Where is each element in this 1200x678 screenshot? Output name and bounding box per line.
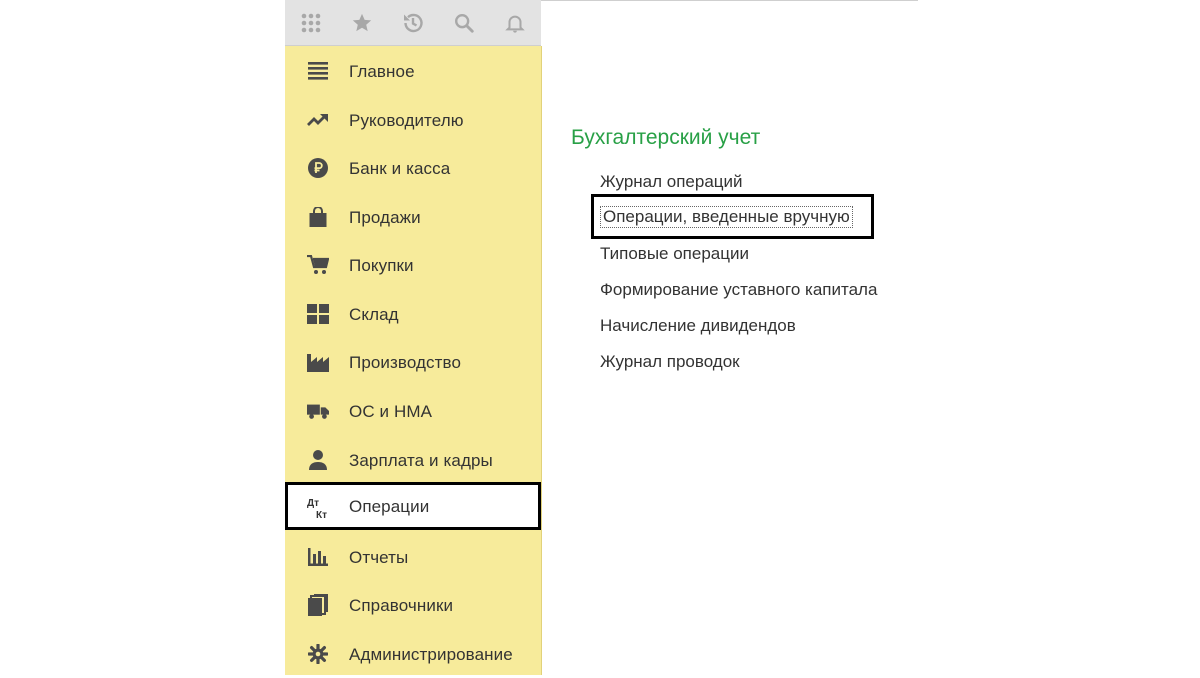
apps-grid-icon xyxy=(301,13,320,32)
dt-kt-icon: Дт Кт xyxy=(307,496,333,522)
top-toolbar xyxy=(285,0,541,46)
favorites-button[interactable] xyxy=(336,0,387,45)
link-typical-operations[interactable]: Типовые операции xyxy=(600,244,749,264)
truck-icon xyxy=(307,401,329,421)
sidebar-item-fixed-assets[interactable]: ОС и НМА xyxy=(285,387,541,435)
sidebar-item-reports[interactable]: Отчеты xyxy=(285,533,541,581)
section-title: Бухгалтерский учет xyxy=(571,126,761,149)
link-manual-operations-label: Операции, введенные вручную xyxy=(600,206,853,228)
sidebar-item-warehouse[interactable]: Склад xyxy=(285,290,541,338)
sidebar-item-directories[interactable]: Справочники xyxy=(285,581,541,629)
top-divider xyxy=(541,0,918,1)
sidebar-item-label: Руководителю xyxy=(349,111,464,130)
star-icon xyxy=(352,13,371,31)
sidebar-item-administration[interactable]: Администрирование xyxy=(285,630,541,678)
sidebar-item-manager[interactable]: Руководителю xyxy=(285,96,541,144)
sidebar-item-label: Администрирование xyxy=(349,645,513,664)
sidebar-item-label: Справочники xyxy=(349,596,454,615)
warehouse-icon xyxy=(307,304,329,324)
bell-icon xyxy=(504,15,525,33)
books-icon xyxy=(307,594,329,616)
ruble-icon xyxy=(307,158,329,178)
sidebar-item-bank[interactable]: Банк и касса xyxy=(285,144,541,192)
sidebar-item-label: Продажи xyxy=(349,208,421,227)
person-icon xyxy=(307,450,329,470)
apps-grid-button[interactable] xyxy=(285,0,336,45)
sidebar-item-label: Отчеты xyxy=(349,548,409,567)
bar-chart-icon xyxy=(307,547,329,567)
link-dividends[interactable]: Начисление дивидендов xyxy=(600,316,796,336)
history-button[interactable] xyxy=(387,0,438,45)
sidebar-item-label: Производство xyxy=(349,353,462,372)
svg-text:Кт: Кт xyxy=(316,510,327,521)
link-postings-journal[interactable]: Журнал проводок xyxy=(600,352,740,372)
sidebar-item-production[interactable]: Производство xyxy=(285,338,541,386)
menu-icon xyxy=(307,61,329,81)
sidebar-item-salary[interactable]: Зарплата и кадры xyxy=(285,436,541,484)
factory-icon xyxy=(307,352,329,372)
sidebar-item-main[interactable]: Главное xyxy=(285,47,541,95)
search-icon xyxy=(454,13,474,33)
link-manual-operations[interactable]: Операции, введенные вручную xyxy=(591,194,874,239)
sidebar-item-operations[interactable]: Дт Кт Операции xyxy=(285,482,541,530)
sidebar-item-label: Операции xyxy=(349,497,430,516)
notifications-button[interactable] xyxy=(489,0,540,45)
trend-icon xyxy=(307,110,329,130)
sidebar-item-label: Покупки xyxy=(349,256,414,275)
sidebar-item-label: ОС и НМА xyxy=(349,402,433,421)
history-icon xyxy=(403,13,423,32)
sidebar-item-sales[interactable]: Продажи xyxy=(285,193,541,241)
svg-text:Дт: Дт xyxy=(307,498,319,509)
sidebar-item-label: Зарплата и кадры xyxy=(349,451,493,470)
cart-icon xyxy=(307,255,329,275)
sections-sidebar: Главное Руководителю Банк и касса Продаж… xyxy=(285,46,542,675)
bag-icon xyxy=(307,207,329,227)
sidebar-item-label: Главное xyxy=(349,62,415,81)
sidebar-item-purchases[interactable]: Покупки xyxy=(285,241,541,289)
sidebar-item-label: Банк и касса xyxy=(349,159,451,178)
link-authorized-capital[interactable]: Формирование уставного капитала xyxy=(600,280,877,300)
sidebar-item-label: Склад xyxy=(349,305,399,324)
search-button[interactable] xyxy=(438,0,489,45)
gear-icon xyxy=(307,644,329,664)
link-operations-journal[interactable]: Журнал операций xyxy=(600,172,743,192)
